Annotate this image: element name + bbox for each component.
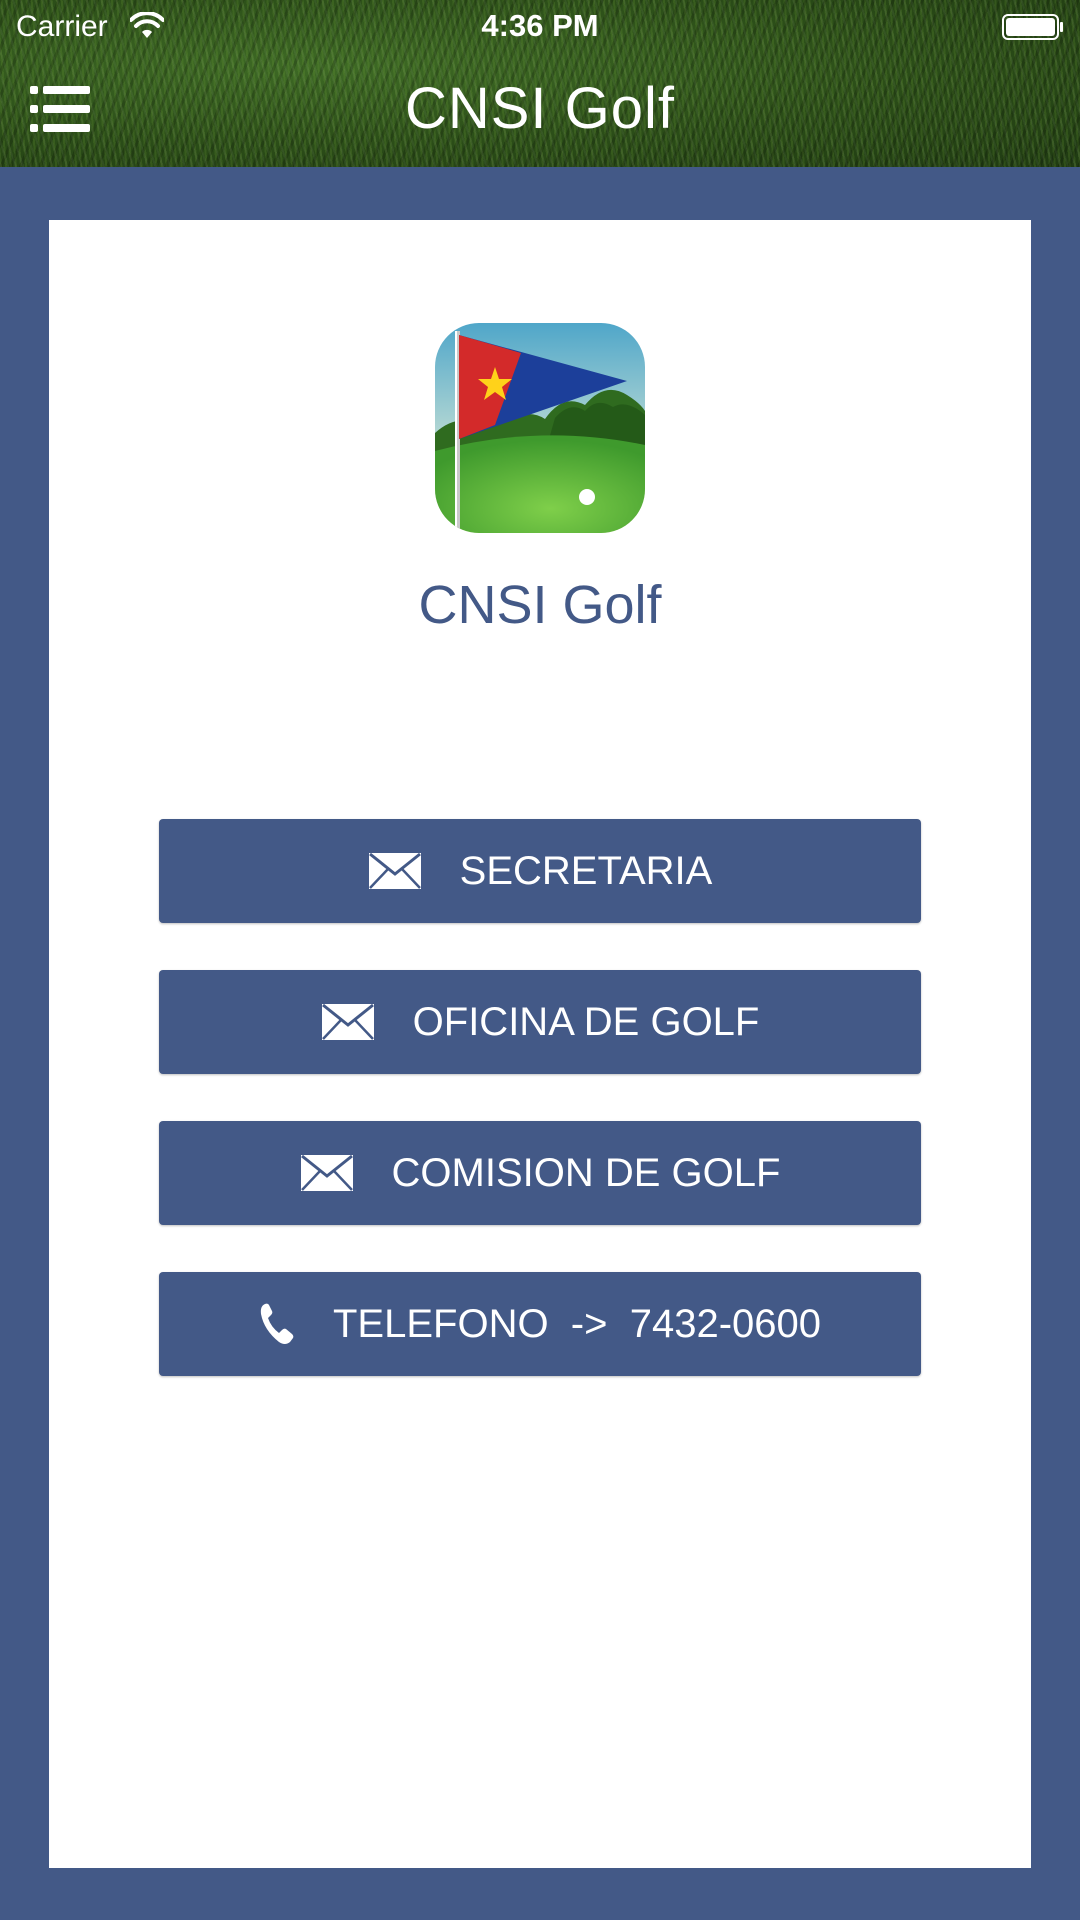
oficina-de-golf-button[interactable]: OFICINA DE GOLF — [159, 970, 921, 1074]
golf-flag-logo — [435, 323, 645, 533]
status-bar: Carrier 4:36 PM — [0, 0, 1080, 54]
clock: 4:36 PM — [481, 8, 599, 43]
oficina-de-golf-label: OFICINA DE GOLF — [412, 1000, 760, 1044]
mail-icon — [321, 1003, 374, 1040]
phone-icon — [260, 1303, 294, 1344]
content-card: CNSI Golf SECRETARIA OFICINA DE GOLF COM… — [49, 220, 1031, 1868]
app-name: CNSI Golf — [418, 575, 662, 635]
page-title: CNSI Golf — [404, 76, 676, 141]
telefono-button[interactable]: TELEFONO -> 7432-0600 — [159, 1272, 921, 1376]
secretaria-button[interactable]: SECRETARIA — [159, 819, 921, 923]
mail-icon — [368, 852, 421, 889]
comision-de-golf-button[interactable]: COMISION DE GOLF — [159, 1121, 921, 1225]
navigation-header: Carrier 4:36 PM CNSI Golf — [0, 0, 1080, 167]
comision-de-golf-label: COMISION DE GOLF — [391, 1151, 781, 1195]
telefono-label: TELEFONO -> 7432-0600 — [332, 1302, 821, 1346]
secretaria-label: SECRETARIA — [459, 849, 713, 893]
mail-icon — [300, 1154, 353, 1191]
battery-icon — [1002, 14, 1063, 40]
